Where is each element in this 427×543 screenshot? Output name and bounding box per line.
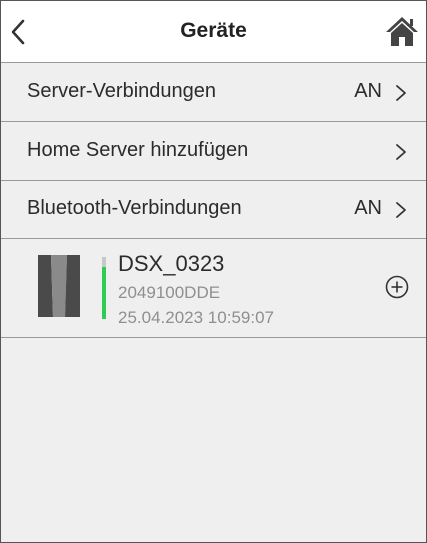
page-title: Geräte [180,19,247,42]
header-bar: Geräte [1,1,426,63]
device-name: DSX_0323 [118,251,225,276]
home-icon [386,17,418,46]
add-device-button[interactable] [385,275,409,299]
row-label: Server-Verbindungen [27,80,217,102]
device-list-item[interactable]: DSX_0323 2049100DDE 25.04.2023 10:59:07 [1,239,426,338]
plus-circle-icon [385,275,409,299]
device-icon [38,255,80,317]
row-status: AN [354,197,382,219]
chevron-right-icon [396,85,406,101]
add-home-server-row[interactable]: Home Server hinzufügen [1,123,426,181]
bluetooth-connections-row[interactable]: Bluetooth-Verbindungen AN [1,181,426,239]
server-connections-row[interactable]: Server-Verbindungen AN [1,64,426,122]
chevron-right-icon [396,144,406,160]
row-label: Home Server hinzufügen [27,139,249,161]
signal-strength-bar [102,267,106,319]
app-screen: Geräte Server-Verbindungen AN Home Serve… [0,0,427,543]
home-button[interactable] [384,15,420,49]
chevron-right-icon [396,202,406,218]
row-label: Bluetooth-Verbindungen [27,197,242,219]
device-timestamp: 25.04.2023 10:59:07 [118,308,274,327]
row-status: AN [354,80,382,102]
device-serial: 2049100DDE [118,283,221,302]
